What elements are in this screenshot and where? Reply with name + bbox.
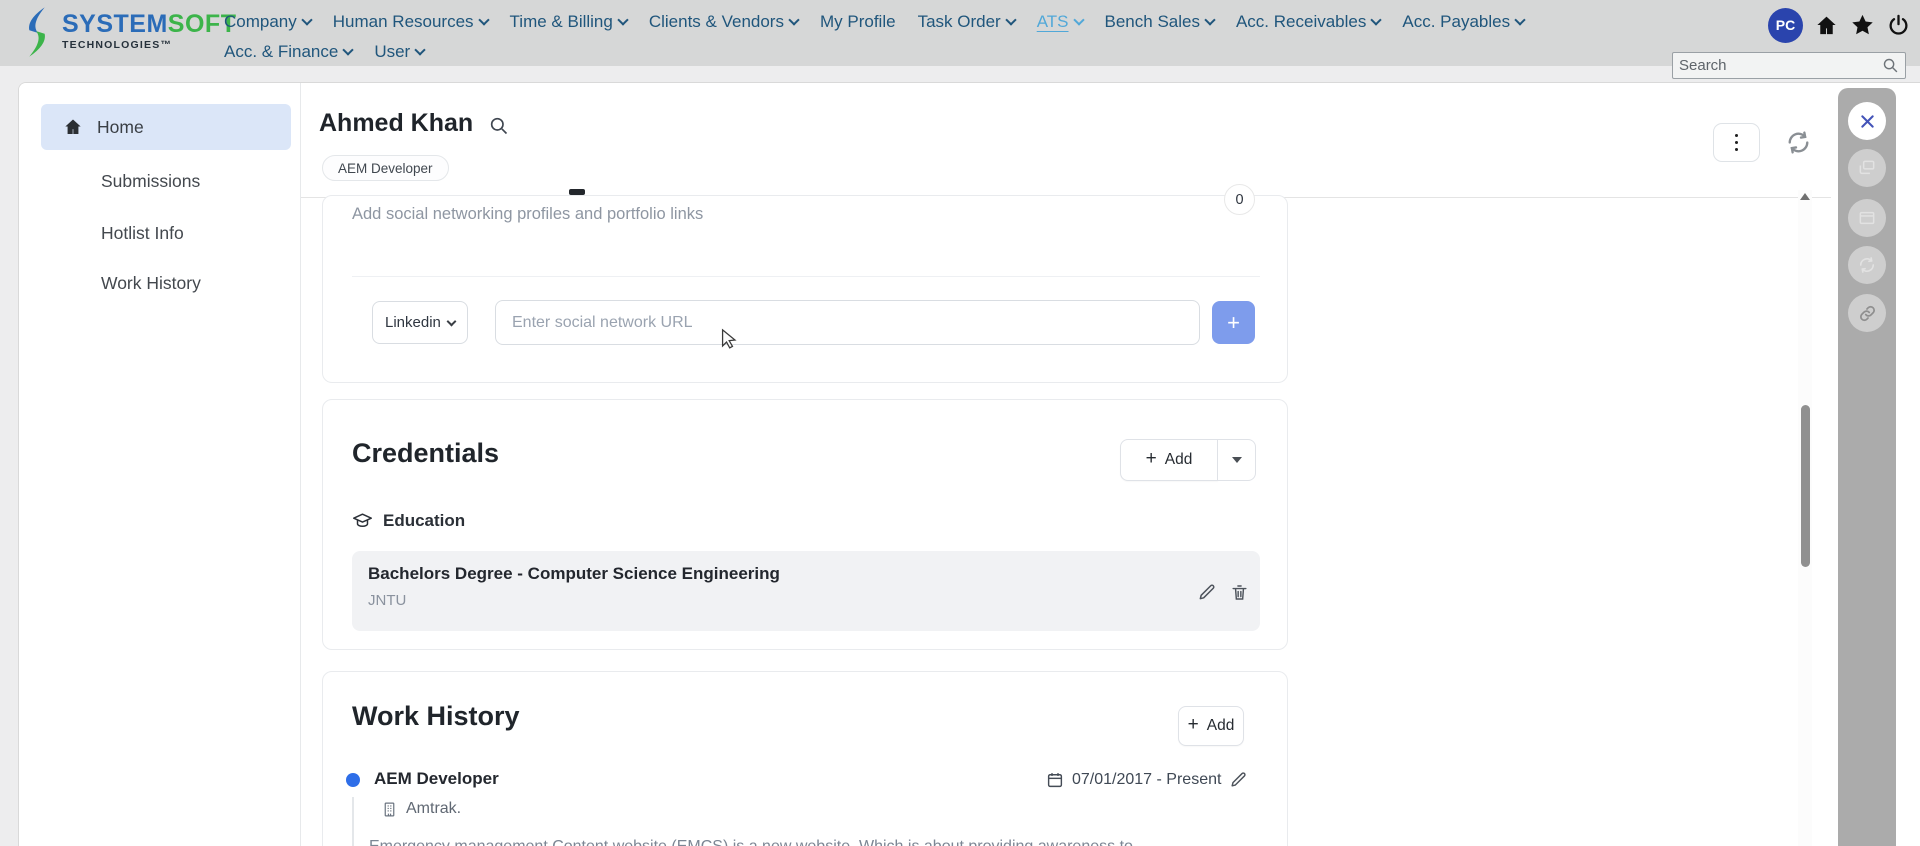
duplicate-window-button[interactable] [1848,149,1886,187]
chevron-down-icon [617,13,629,26]
open-window-button[interactable] [1848,199,1886,237]
menu-ats[interactable]: ATS [1037,12,1085,32]
close-button[interactable] [1848,102,1886,140]
home-icon [63,117,83,137]
degree-text: Bachelors Degree - Computer Science Engi… [368,564,780,583]
company-logo[interactable]: SYSTEMSOFT TECHNOLOGIES™ [20,5,236,59]
chevron-down-icon [1072,13,1085,26]
chevron-down-icon [1514,13,1526,26]
sync-icon [1859,257,1875,273]
edit-work-history-icon[interactable] [1229,770,1248,789]
search-input[interactable] [1679,57,1882,74]
scrollbar-thumb[interactable] [1801,405,1810,567]
institution-text: JNTU [368,592,407,609]
window-icon [1859,211,1875,225]
menu-time-billing[interactable]: Time & Billing [510,12,629,32]
chevron-down-icon [301,13,313,26]
record-sidebar: Home Submissions Hotlist Info Work Histo… [19,83,301,846]
divider [352,276,1260,277]
candidate-search-icon[interactable] [489,116,509,136]
social-subtitle: Add social networking profiles and portf… [352,205,704,223]
top-navbar: SYSTEMSOFT TECHNOLOGIES™ Company Human R… [0,0,1920,66]
chevron-down-icon [446,316,457,326]
vertical-scrollbar[interactable] [1798,190,1812,846]
menu-task-order[interactable]: Task Order [918,12,1017,32]
calendar-icon [1047,772,1063,787]
logo-bolt-icon [29,7,45,57]
chevron-down-icon [1005,13,1017,26]
education-section-label: Education [352,510,465,531]
social-count-badge: 0 [1224,184,1255,215]
menu-acc-finance[interactable]: Acc. & Finance [224,42,354,62]
credentials-card: Credentials + Add Education Bachelors De… [322,399,1288,650]
search-icon [1883,58,1898,73]
refresh-icon[interactable] [1785,129,1812,156]
work-history-title: Work History [352,701,520,731]
content-panel: Home Submissions Hotlist Info Work Histo… [18,82,1920,846]
timeline-line [352,797,354,846]
plus-icon: + [1145,448,1157,469]
menu-human-resources[interactable]: Human Resources [333,12,490,32]
plus-icon: + [1187,714,1199,735]
chevron-down-icon [342,43,354,56]
clipped-heading-remnant [569,189,585,195]
education-row: Bachelors Degree - Computer Science Engi… [352,551,1260,631]
sidebar-item-work-history[interactable]: Work History [41,260,291,306]
work-role: AEM Developer [374,769,499,788]
chevron-down-icon [414,43,426,56]
menu-company[interactable]: Company [224,12,313,32]
sidebar-item-home[interactable]: Home [41,104,291,150]
sidebar-item-hotlist-info[interactable]: Hotlist Info [41,210,291,256]
caret-down-icon [1231,457,1242,463]
menu-bench-sales[interactable]: Bench Sales [1105,12,1216,32]
menu-user[interactable]: User [374,42,426,62]
work-description: Emergency management Content website (EM… [369,838,1249,846]
timeline-dot [346,773,360,787]
chevron-down-icon [477,13,490,26]
social-networking-card: Add social networking profiles and portf… [322,184,1288,383]
delete-education-icon[interactable] [1230,583,1249,602]
candidate-name-title: Ahmed Khan [319,109,474,137]
work-period: 07/01/2017 - Present [1046,770,1248,789]
link-icon [1859,305,1875,321]
right-toolbar [1838,88,1896,846]
scroll-up-arrow[interactable] [1800,193,1810,200]
credentials-title: Credentials [352,438,500,468]
chevron-down-icon [1370,13,1383,26]
global-search [1672,52,1906,79]
brand-tagline: TECHNOLOGIES™ [62,39,173,51]
menu-acc-receivables[interactable]: Acc. Receivables [1236,12,1383,32]
home-icon[interactable] [1815,14,1838,37]
add-credential-button[interactable]: + Add [1120,439,1218,481]
sidebar-item-submissions[interactable]: Submissions [41,158,291,204]
favorites-star-icon[interactable] [1850,13,1875,38]
building-icon [384,802,395,816]
work-company: Amtrak. [381,800,461,818]
copy-link-button[interactable] [1848,294,1886,332]
role-chip: AEM Developer [322,155,449,181]
network-select[interactable]: Linkedin [372,301,468,344]
user-avatar[interactable]: PC [1768,7,1803,43]
add-credential-dropdown-button[interactable] [1218,439,1256,481]
menu-my-profile[interactable]: My Profile [820,12,896,32]
main-menu: Company Human Resources Time & Billing C… [224,0,1574,67]
add-work-history-button[interactable]: + Add [1178,706,1244,746]
sync-button[interactable] [1848,246,1886,284]
social-url-input[interactable] [495,300,1200,345]
power-logout-icon[interactable] [1887,14,1910,37]
duplicate-window-icon [1859,160,1875,175]
add-social-link-button[interactable]: + [1212,301,1255,344]
more-options-button[interactable] [1713,123,1760,162]
brand-name: SYSTEMSOFT [62,10,237,38]
edit-education-icon[interactable] [1197,582,1217,602]
graduation-cap-icon [353,513,372,528]
work-history-card: Work History + Add AEM Developer 07/01/2… [322,671,1288,846]
close-icon [1860,114,1874,128]
chevron-down-icon [1204,13,1216,26]
menu-acc-payables[interactable]: Acc. Payables [1402,12,1526,32]
menu-clients-vendors[interactable]: Clients & Vendors [649,12,800,32]
chevron-down-icon [788,13,800,26]
